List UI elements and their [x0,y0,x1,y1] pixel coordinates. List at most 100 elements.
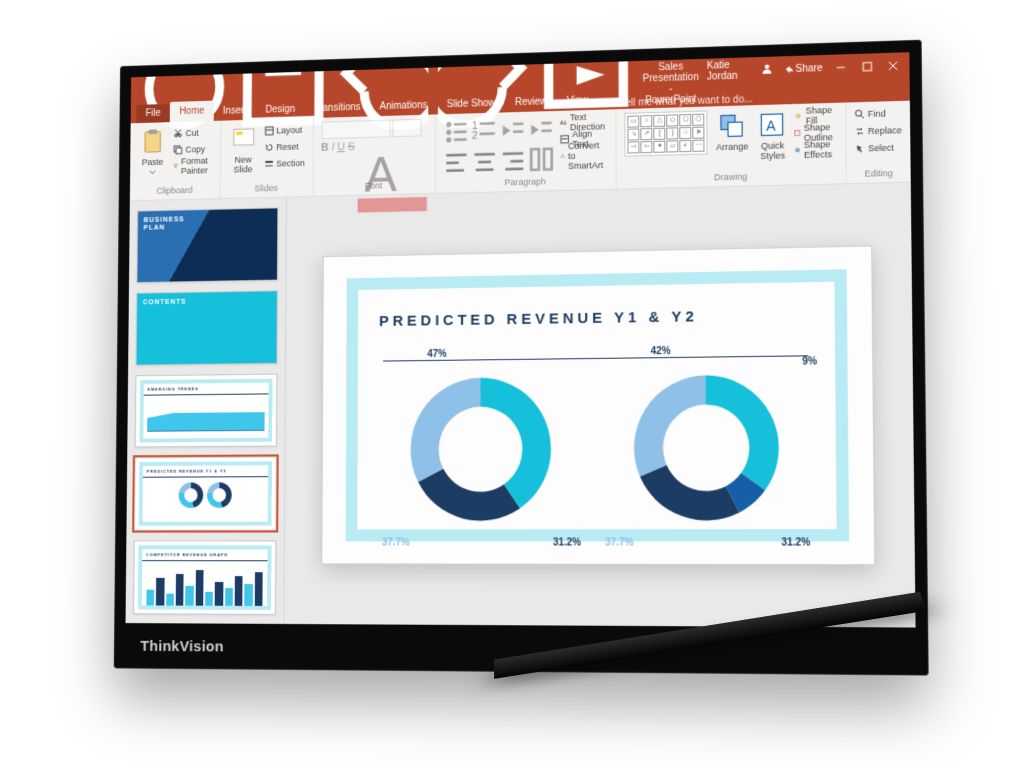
donut-chart-y1[interactable]: 47% 31.2% 37.7% [388,354,575,545]
group-label-paragraph: Paragraph [443,175,608,189]
group-editing: Find Replace Select Editing [846,101,911,184]
shape-fill-icon [795,111,803,121]
font-size-select[interactable] [392,119,421,137]
paste-button[interactable]: Paste [138,126,168,179]
font-color-icon[interactable]: A [357,139,426,214]
copy-icon [173,145,182,155]
format-painter-button[interactable]: Format Painter [173,158,212,174]
align-center-icon[interactable] [472,146,497,175]
layout-icon [264,126,274,136]
tab-transitions[interactable]: Transitions [305,98,371,118]
slide-content: PREDICTED REVENUE Y1 & Y2 47% 31.2% 37.7… [345,270,849,541]
tab-slideshow[interactable]: Slide Show [437,94,505,115]
svg-text:A: A [364,147,397,202]
arrange-icon [718,111,746,140]
tab-view[interactable]: View [557,91,598,111]
strikethrough-icon[interactable]: S [348,141,355,214]
find-button[interactable]: Find [854,105,901,122]
numbering-icon[interactable]: 12 [472,117,497,146]
thumb-graphic [142,564,268,608]
current-slide[interactable]: PREDICTED REVENUE Y1 & Y2 47% 31.2% 37.7… [321,246,875,565]
slice-label: 47% [427,349,447,360]
cut-icon [173,129,182,139]
monitor-brand-logo: ThinkVision [140,638,224,655]
tab-review[interactable]: Review [505,92,557,112]
convert-smartart-button[interactable]: Convert to SmartArt [560,147,608,164]
tab-animations[interactable]: Animations [370,96,437,117]
thumb-graphic [143,481,268,509]
minimize-button[interactable] [833,58,849,77]
thumbnail-2[interactable]: 2 CONTENTS [136,290,278,365]
donut-graphic [621,361,794,535]
group-paragraph: 12 AText Dire [435,109,617,193]
group-label-clipboard: Clipboard [137,185,212,196]
monitor-frame: ThinkVision Contoso Electronics Sales Pr… [114,40,929,676]
slide-canvas[interactable]: PREDICTED REVENUE Y1 & Y2 47% 31.2% 37.7… [284,183,915,628]
underline-icon[interactable]: U [337,141,345,214]
group-slides: New Slide Layout Reset Section Slides [220,118,313,198]
close-button[interactable] [885,56,901,75]
thumb-title: BUSINESSPLAN [144,216,185,232]
replace-button[interactable]: Replace [855,122,902,139]
slide-thumbnails-panel[interactable]: 1 BUSINESSPLAN 2 CONTENTS 3 EMERGING TRE… [126,197,287,625]
thumb-graphic [147,397,265,431]
section-button[interactable]: Section [264,155,305,172]
tab-insert[interactable]: Insert [214,101,257,121]
bold-icon[interactable]: B [321,142,329,215]
monitor-bezel: ThinkVision Contoso Electronics Sales Pr… [114,40,929,676]
new-slide-icon [230,125,257,153]
new-slide-button[interactable]: New Slide [228,123,259,176]
svg-text:2: 2 [472,131,478,142]
shape-effects-button[interactable]: Shape Effects [795,141,837,158]
align-right-icon[interactable] [500,145,526,174]
chevron-down-icon [149,169,157,177]
quick-styles-button[interactable]: AQuick Styles [756,108,789,163]
slice-label: 37.7% [605,538,634,549]
layout-button[interactable]: Layout [264,122,305,139]
slice-label: 37.7% [382,538,410,549]
slice-label: 9% [802,357,817,368]
format-painter-icon [173,161,178,171]
tab-file[interactable]: File [136,104,170,123]
bullets-icon[interactable] [443,117,468,146]
tab-design[interactable]: Design [256,100,305,120]
indent-increase-icon[interactable] [528,115,554,144]
indent-decrease-icon[interactable] [500,116,526,145]
italic-icon[interactable]: I [331,142,334,215]
thumbnail-4[interactable]: 4 PREDICTED REVENUE Y1 & Y2 [134,457,277,531]
donut-graphic [398,364,566,535]
shapes-gallery[interactable]: ▭○△◇⬠⬡ ↘↗{}☆➤ ⇨⇦✦▱◐⋯ [625,111,708,157]
slice-label: 42% [651,346,671,357]
share-button[interactable]: Share [782,63,822,75]
cut-button[interactable]: Cut [173,125,212,142]
donut-chart-y2[interactable]: 42% 9% 31.2% 37.7% [611,351,805,545]
thumb-title: CONTENTS [143,299,187,307]
reset-button[interactable]: Reset [264,139,305,156]
maximize-button[interactable] [859,57,875,76]
thumbnail-5[interactable]: 5 COMPETITOR REVENUE GRAPH [133,541,276,615]
replace-icon [855,126,865,136]
screen: Contoso Electronics Sales Presentation -… [126,52,916,627]
slice-label: 31.2% [553,538,581,549]
columns-icon[interactable] [528,145,554,174]
font-family-select[interactable] [321,120,390,139]
select-button[interactable]: Select [855,139,903,156]
thumbnail-1[interactable]: 1 BUSINESSPLAN [136,207,278,283]
user-avatar-icon[interactable] [761,63,772,77]
thumbnail-3[interactable]: 3 EMERGING TRENDS [135,373,277,448]
chart-row: 47% 31.2% 37.7% 42% 9% 31.2% 37.7% [378,351,814,545]
align-left-icon[interactable] [443,147,468,176]
user-name[interactable]: Katie Jordan [707,59,751,82]
tab-home[interactable]: Home [170,101,214,123]
arrange-button[interactable]: Arrange [714,109,751,154]
svg-text:A: A [766,118,777,134]
slide-title[interactable]: PREDICTED REVENUE Y1 & Y2 [379,307,812,331]
quick-styles-icon: A [758,110,787,139]
thumb-title: COMPETITOR REVENUE GRAPH [142,549,267,561]
thumb-title: EMERGING TRENDS [144,382,269,395]
group-label-drawing: Drawing [625,169,838,184]
text-direction-icon: A [560,118,567,128]
group-clipboard: Paste Cut Copy Format Painter Clipboard [130,121,221,201]
reset-icon [264,142,274,152]
slice-label: 31.2% [781,538,810,549]
